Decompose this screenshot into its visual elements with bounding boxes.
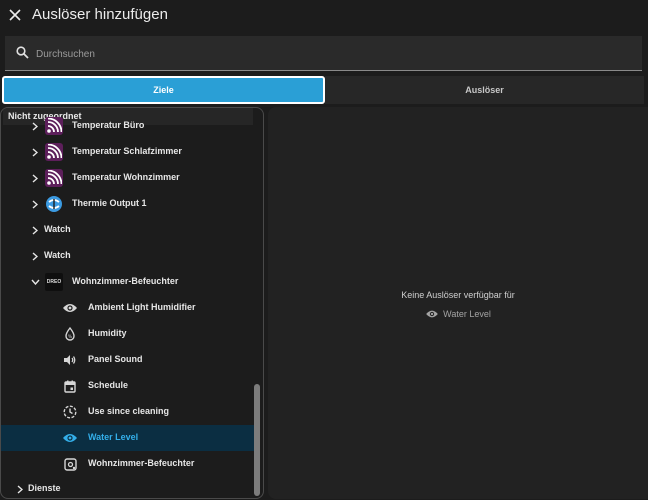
eye-icon xyxy=(425,309,439,319)
tree-item-label: Temperatur Wohnzimmer xyxy=(72,172,180,182)
wifi-tile-icon xyxy=(45,117,63,135)
empty-state-entity-label: Water Level xyxy=(443,309,491,319)
tab-targets[interactable]: Ziele xyxy=(2,76,325,104)
target-tree-panel: Nicht zugeordnet Temperatur Büro Tempera… xyxy=(0,107,264,499)
entity-label: Ambient Light Humidifier xyxy=(88,302,196,312)
wifi-tile-icon xyxy=(45,143,63,161)
tree-item-device[interactable]: Temperatur Wohnzimmer xyxy=(1,165,259,191)
entity-label: Humidity xyxy=(88,328,127,338)
tab-triggers[interactable]: Auslöser xyxy=(325,76,644,104)
tree-item-device[interactable]: Watch xyxy=(1,243,259,269)
trigger-list-panel: Keine Auslöser verfügbar für Water Level xyxy=(268,107,648,499)
tab-bar: Ziele Auslöser xyxy=(0,76,648,104)
dialog-title: Auslöser hinzufügen xyxy=(32,6,168,23)
wifi-tile-icon xyxy=(45,169,63,187)
chevron-right-icon[interactable] xyxy=(30,173,40,183)
entity-item[interactable]: Wohnzimmer-Befeuchter xyxy=(1,451,259,477)
chevron-down-icon[interactable] xyxy=(30,277,40,287)
chevron-right-icon[interactable] xyxy=(30,199,40,209)
entity-label: Panel Sound xyxy=(88,354,143,364)
entity-label: Schedule xyxy=(88,380,129,390)
entity-item[interactable]: Use since cleaning xyxy=(1,399,259,425)
chevron-right-icon[interactable] xyxy=(30,121,40,131)
tree-item-device[interactable]: Temperatur Büro xyxy=(1,113,259,139)
tree-item-device[interactable]: Watch xyxy=(1,217,259,243)
entity-label: Water Level xyxy=(88,432,139,442)
tree-scrollbar[interactable] xyxy=(254,384,260,496)
tree-item-label: Temperatur Büro xyxy=(72,120,145,130)
eye-icon xyxy=(61,429,79,447)
history-icon xyxy=(61,403,79,421)
tree-item-device-expanded[interactable]: DREO Wohnzimmer-Befeuchter xyxy=(1,269,259,295)
water-drop-icon: % xyxy=(61,325,79,343)
empty-state-entity: Water Level xyxy=(268,307,648,321)
chevron-right-icon[interactable] xyxy=(30,225,40,235)
entity-item-selected[interactable]: Water Level xyxy=(1,425,259,451)
device-icon xyxy=(61,455,79,473)
chevron-right-icon[interactable] xyxy=(15,484,25,494)
close-icon xyxy=(9,9,21,21)
speaker-icon xyxy=(61,351,79,369)
dialog-header: Auslöser hinzufügen xyxy=(0,0,648,32)
tree-item-label: Dienste xyxy=(28,483,61,493)
close-button[interactable] xyxy=(5,5,25,25)
entity-item[interactable]: % Humidity xyxy=(1,321,259,347)
tree-item-label: Wohnzimmer-Befeuchter xyxy=(72,276,179,286)
search-bar xyxy=(5,36,642,71)
search-input[interactable] xyxy=(34,44,618,64)
chevron-right-icon[interactable] xyxy=(30,251,40,261)
entity-item[interactable]: Panel Sound xyxy=(1,347,259,373)
tree-item-services[interactable]: Dienste xyxy=(1,476,259,498)
calendar-icon xyxy=(61,377,79,395)
chevron-right-icon[interactable] xyxy=(30,147,40,157)
empty-state-message: Keine Auslöser verfügbar für xyxy=(401,290,515,300)
tree-item-label: Thermie Output 1 xyxy=(72,198,147,208)
integration-logo-icon xyxy=(45,195,63,213)
svg-text:%: % xyxy=(68,334,73,340)
tree-item-device[interactable]: Temperatur Schlafzimmer xyxy=(1,139,259,165)
entity-label: Use since cleaning xyxy=(88,406,170,416)
device-tile-icon: DREO xyxy=(45,273,63,291)
tree-item-label: Watch xyxy=(44,250,71,260)
entity-label: Wohnzimmer-Befeuchter xyxy=(88,458,195,468)
entity-item[interactable]: Ambient Light Humidifier xyxy=(1,295,259,321)
device-tile-text: DREO xyxy=(45,273,63,291)
entity-item[interactable]: Schedule xyxy=(1,373,259,399)
search-icon xyxy=(16,46,29,59)
eye-icon xyxy=(61,299,79,317)
tree-item-label: Watch xyxy=(44,224,71,234)
tree-item-device[interactable]: Thermie Output 1 xyxy=(1,191,259,217)
tree-item-label: Temperatur Schlafzimmer xyxy=(72,146,182,156)
